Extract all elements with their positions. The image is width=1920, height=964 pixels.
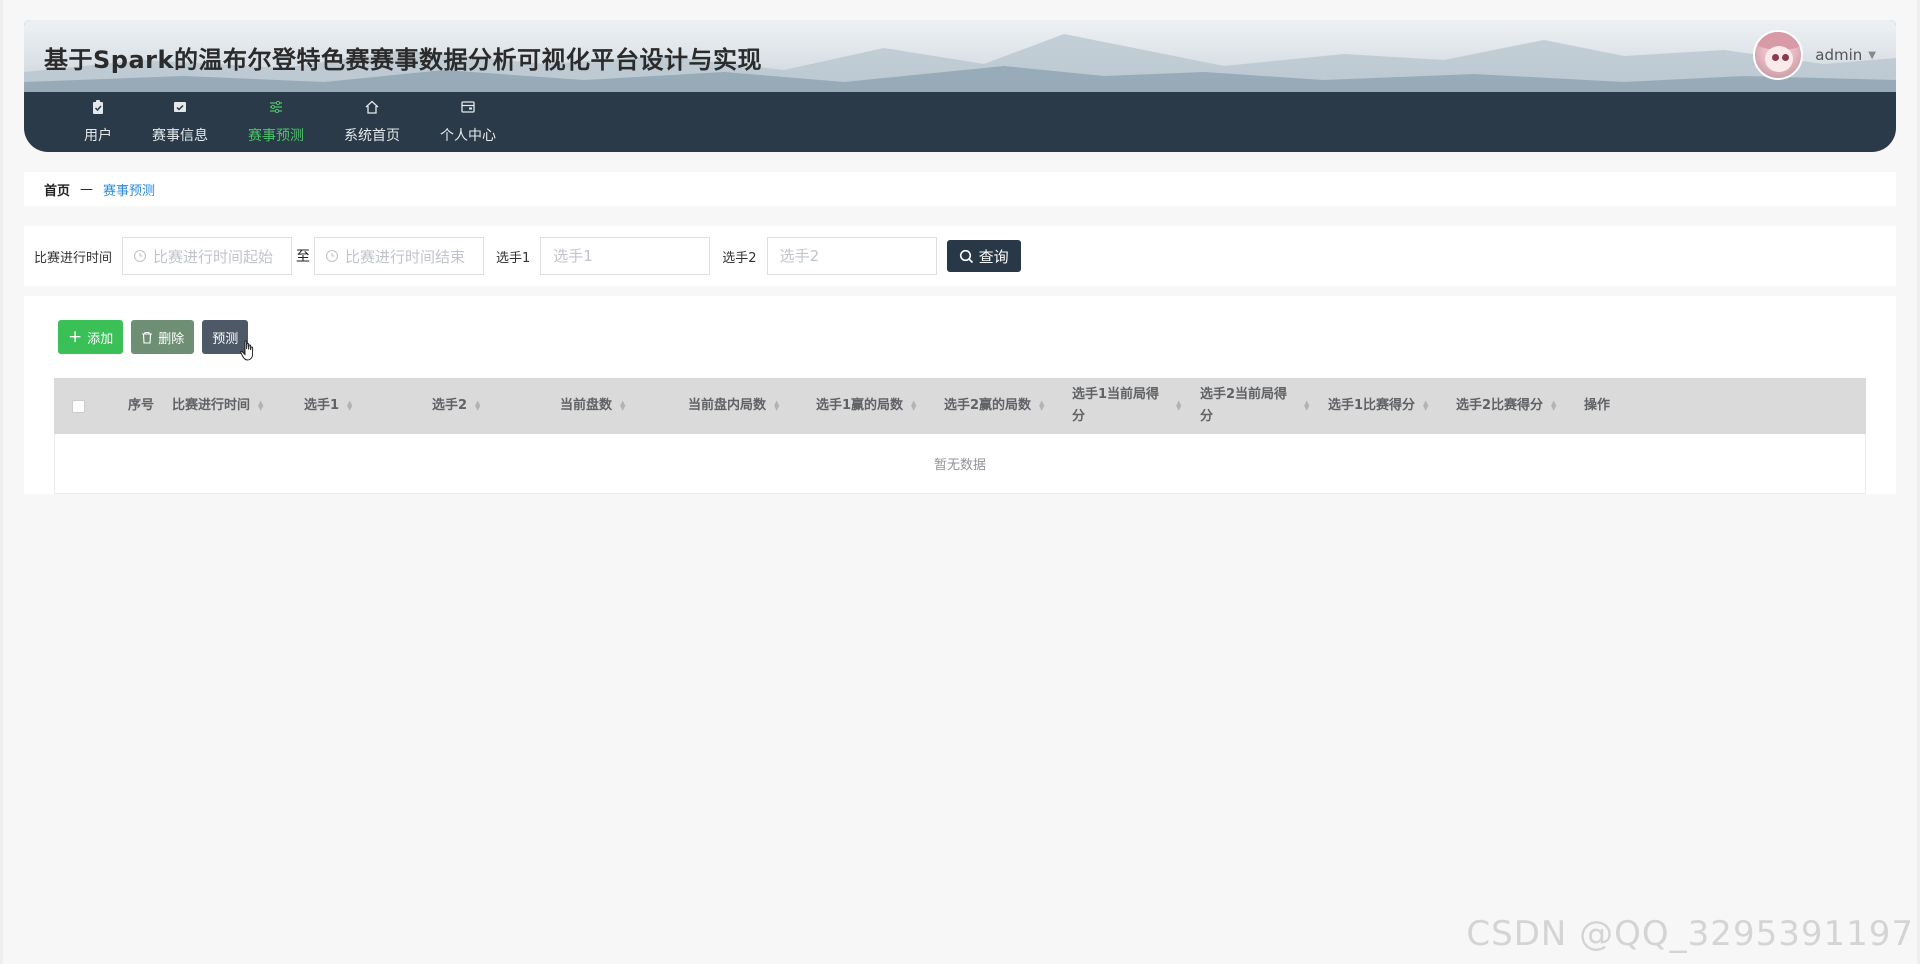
sort-icon[interactable]: ▲ ▼ — [1304, 400, 1309, 412]
hand-cursor-icon — [240, 340, 254, 361]
select-all-checkbox[interactable] — [72, 399, 85, 413]
column-header-label: 选手2当前局得分 — [1200, 387, 1288, 424]
clock-icon — [133, 249, 147, 263]
column-header-label: 选手2比赛得分 — [1456, 398, 1544, 413]
sort-icon[interactable]: ▲ ▼ — [1176, 400, 1181, 412]
sort-icon[interactable]: ▲ ▼ — [911, 400, 916, 412]
time-start-placeholder: 比赛进行时间起始 — [153, 247, 274, 266]
watermark: CSDN @QQ_3295391197 — [1466, 914, 1914, 954]
header-banner: 基于Spark的温布尔登特色赛赛事数据分析可视化平台设计与实现 admin ▼ — [24, 20, 1896, 92]
column-header[interactable]: 选手2赢的局数 ▲ ▼ — [932, 378, 1060, 434]
sort-icon[interactable]: ▲ ▼ — [1423, 400, 1428, 412]
avatar[interactable] — [1753, 30, 1804, 80]
app-header: 基于Spark的温布尔登特色赛赛事数据分析可视化平台设计与实现 admin ▼ … — [24, 20, 1896, 152]
column-header-label: 选手2赢的局数 — [944, 398, 1032, 413]
nav-item-label: 赛事信息 — [152, 128, 208, 144]
column-header-label: 当前盘内局数 — [688, 398, 767, 413]
column-header[interactable]: 选手1赢的局数 ▲ ▼ — [804, 378, 932, 434]
player1-input[interactable] — [540, 237, 711, 275]
column-header-label: 选手1 — [304, 398, 340, 413]
player2-input[interactable] — [766, 237, 937, 275]
predict-button-label: 预测 — [212, 331, 239, 347]
column-header-label: 比赛进行时间 — [172, 398, 251, 413]
add-button-label: 添加 — [87, 331, 114, 347]
data-table: 序号 比赛进行时间 ▲ ▼ 选手1 ▲ ▼ 选手2 ▲ ▼ 当前盘数 ▲ ▼ 当前盘内局数 ▲ ▼ … — [54, 378, 1866, 494]
breadcrumb-home[interactable]: 首页 — [44, 180, 70, 199]
column-header-label: 选手1赢的局数 — [816, 398, 904, 413]
range-separator: 至 — [296, 249, 311, 265]
sort-icon[interactable]: ▲ ▼ — [1551, 400, 1556, 412]
column-header-label: 选手1比赛得分 — [1328, 398, 1416, 413]
column-header[interactable]: 选手2比赛得分 ▲ ▼ — [1444, 378, 1572, 434]
delete-button[interactable]: 删除 — [131, 320, 195, 354]
trash-icon — [142, 331, 153, 344]
nav-item-label: 用户 — [84, 128, 112, 144]
time-start-input[interactable]: 比赛进行时间起始 — [122, 237, 293, 275]
column-header-label: 选手2 — [432, 398, 468, 413]
user-menu[interactable]: admin ▼ — [1753, 30, 1876, 80]
nav-item-label: 系统首页 — [344, 128, 400, 144]
column-header[interactable]: 当前盘数 ▲ ▼ — [548, 378, 676, 434]
column-header-label: 当前盘数 — [560, 398, 613, 413]
time-label: 比赛进行时间 — [34, 250, 113, 266]
player2-label: 选手2 — [722, 250, 757, 266]
time-end-placeholder: 比赛进行时间结束 — [345, 247, 466, 266]
breadcrumb-current: 赛事预测 — [103, 183, 156, 199]
breadcrumb-separator: — — [80, 181, 94, 197]
sliders-icon — [270, 100, 282, 114]
column-header[interactable]: 选手1当前局得分 ▲ ▼ — [1060, 378, 1188, 434]
nav-item-label: 个人中心 — [440, 128, 496, 144]
nav-item-users[interactable]: 用户 — [64, 92, 132, 152]
clock-icon — [325, 249, 339, 263]
action-toolbar: + 添加 删除 预测 — [58, 320, 249, 354]
avatar-face — [1765, 46, 1794, 72]
home-icon — [365, 100, 379, 114]
sort-icon[interactable]: ▲ ▼ — [258, 400, 263, 412]
nav-item-match-prediction[interactable]: 赛事预测 — [228, 92, 324, 152]
chevron-down-icon[interactable]: ▼ — [1868, 50, 1876, 61]
column-header[interactable]: 比赛进行时间 ▲ ▼ — [160, 378, 292, 434]
player1-label: 选手1 — [496, 250, 531, 266]
search-icon — [959, 249, 973, 263]
column-header[interactable]: 选手1 ▲ ▼ — [292, 378, 420, 434]
nav-item-profile[interactable]: 个人中心 — [420, 92, 516, 152]
table-header: 序号 比赛进行时间 ▲ ▼ 选手1 ▲ ▼ 选手2 ▲ ▼ 当前盘数 ▲ ▼ 当前盘内局数 ▲ ▼ … — [54, 378, 1866, 434]
column-header-label: 操作 — [1584, 398, 1611, 413]
mail-icon — [174, 102, 186, 112]
column-header[interactable]: 选手2当前局得分 ▲ ▼ — [1188, 378, 1316, 434]
main-panel: + 添加 删除 预测 序号 比赛进行时间 ▲ ▼ 选手1 ▲ ▼ 选手2 ▲ ▼ 当前盘数 ▲… — [24, 296, 1896, 494]
sort-icon[interactable]: ▲ ▼ — [774, 400, 779, 412]
delete-button-label: 删除 — [158, 331, 185, 347]
main-nav: 用户 赛事信息 赛事预测 系统首页 个人中心 — [24, 92, 1896, 152]
time-end-input[interactable]: 比赛进行时间结束 — [314, 237, 485, 275]
sort-icon[interactable]: ▲ ▼ — [620, 400, 625, 412]
nav-item-match-info[interactable]: 赛事信息 — [132, 92, 228, 152]
add-button[interactable]: + 添加 — [58, 320, 124, 354]
column-header[interactable]: 选手1比赛得分 ▲ ▼ — [1316, 378, 1444, 434]
sort-icon[interactable]: ▲ ▼ — [1039, 400, 1044, 412]
nav-item-label: 赛事预测 — [248, 128, 304, 144]
query-button-label: 查询 — [978, 247, 1009, 266]
wallet-icon — [461, 101, 475, 113]
table-body: 暂无数据 — [54, 434, 1866, 494]
nav-item-home[interactable]: 系统首页 — [324, 92, 420, 152]
query-button[interactable]: 查询 — [946, 240, 1021, 272]
column-header[interactable]: 选手2 ▲ ▼ — [420, 378, 548, 434]
column-header-label: 选手1当前局得分 — [1072, 387, 1160, 424]
search-bar: 比赛进行时间 比赛进行时间起始 至 比赛进行时间结束 选手1 选手2 查询 — [24, 226, 1896, 286]
user-name[interactable]: admin — [1815, 46, 1862, 64]
select-all-cell — [54, 378, 94, 434]
column-header: 序号 — [94, 378, 160, 434]
empty-state-text: 暂无数据 — [933, 458, 986, 473]
sort-icon[interactable]: ▲ ▼ — [347, 400, 352, 412]
breadcrumb: 首页 — 赛事预测 — [24, 172, 1896, 206]
plus-icon: + — [68, 326, 83, 347]
column-header[interactable]: 当前盘内局数 ▲ ▼ — [676, 378, 804, 434]
sort-icon[interactable]: ▲ ▼ — [475, 400, 480, 412]
column-header-label: 序号 — [127, 398, 154, 413]
clipboard-icon — [93, 100, 103, 114]
site-title: 基于Spark的温布尔登特色赛赛事数据分析可视化平台设计与实现 — [44, 46, 762, 74]
column-header: 操作 — [1572, 378, 1692, 434]
